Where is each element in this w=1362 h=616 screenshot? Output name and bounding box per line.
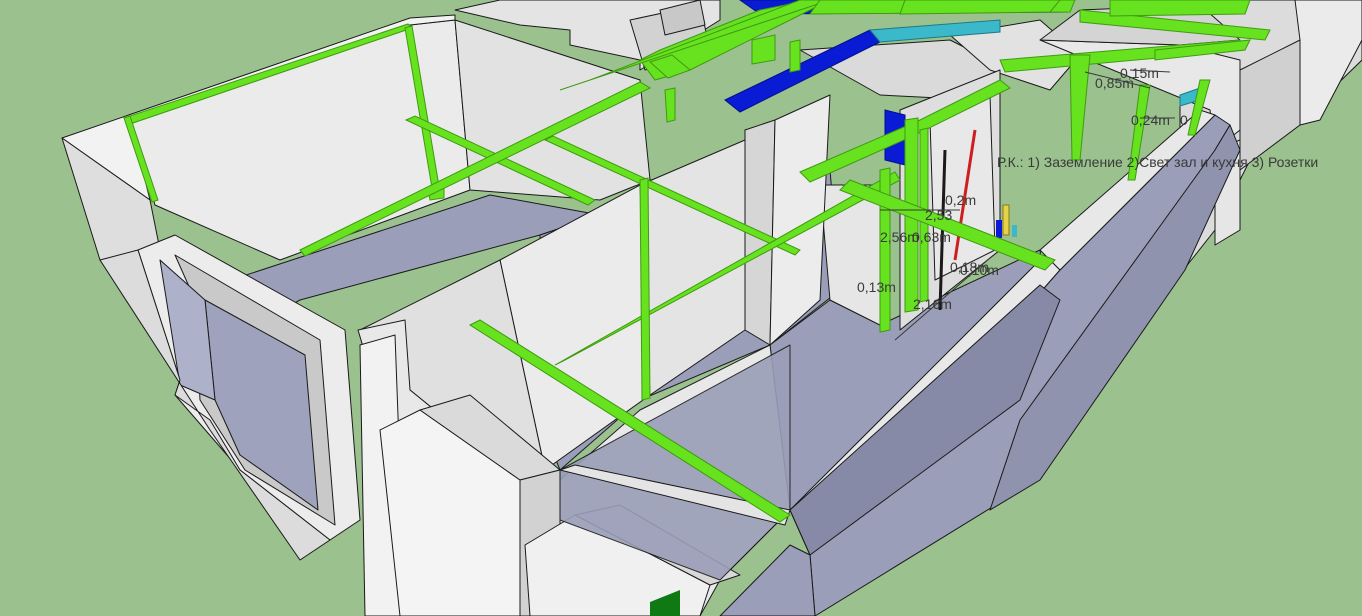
dim-0-63: 0,63m	[912, 229, 951, 245]
dim-0-85: 0,85m	[1095, 75, 1134, 91]
dim-2-53: 2,53	[925, 207, 952, 223]
dim-0-24: 0,24m	[1131, 112, 1170, 128]
electrical-note: Р.К.: 1) Заземление 2)Свет зал и кухня 3…	[997, 154, 1318, 170]
dim-0-10: 0,10m	[960, 262, 999, 278]
dim-2-16: 2,16m	[913, 296, 952, 312]
3d-viewport[interactable]: Р.К.: 1) Заземление 2)Свет зал и кухня 3…	[0, 0, 1362, 616]
model-scene[interactable]: Р.К.: 1) Заземление 2)Свет зал и кухня 3…	[0, 0, 1362, 616]
dim-0-2: 0,2m	[945, 192, 976, 208]
dim-0-24-tail: 0	[1180, 112, 1188, 128]
dim-0-13: 0,13m	[857, 279, 896, 295]
